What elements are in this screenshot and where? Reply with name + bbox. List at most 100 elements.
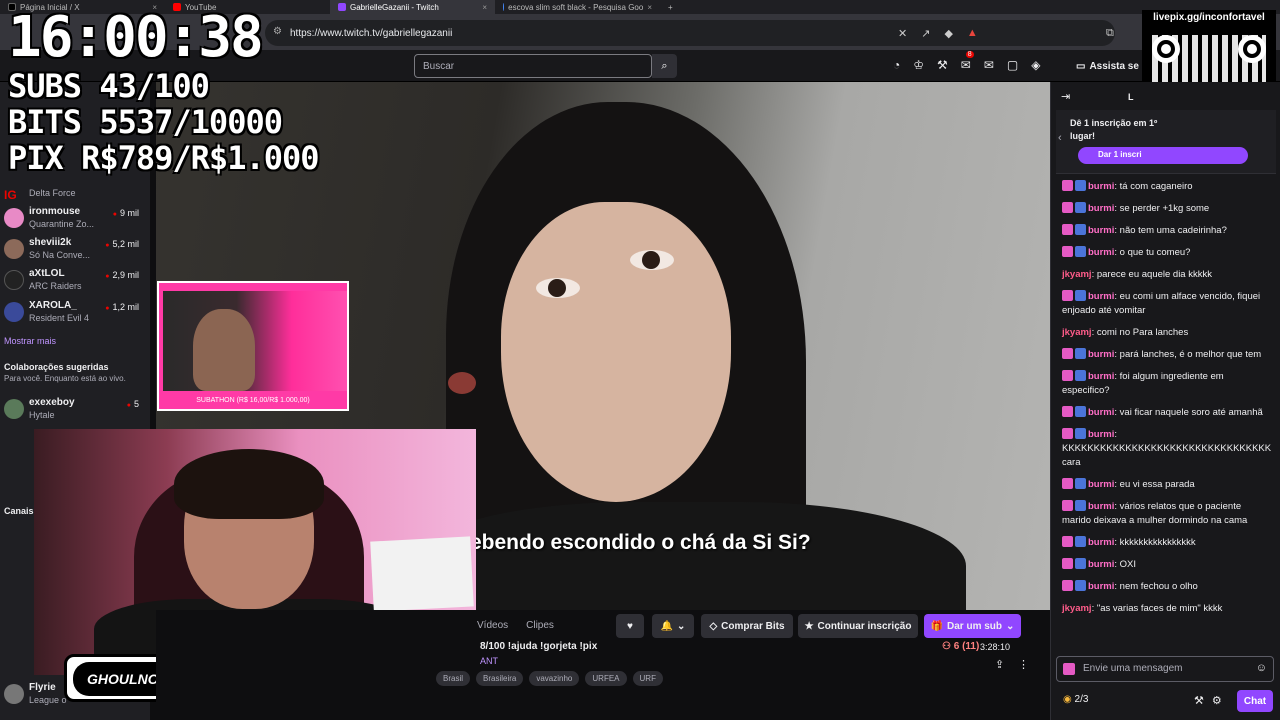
- browser-tab-twitch[interactable]: GabrielleGazanii - Twitch ×: [330, 0, 495, 14]
- chat-username[interactable]: jkyamj: [1062, 269, 1092, 280]
- sub-badge-icon[interactable]: [1062, 370, 1073, 381]
- share-icon[interactable]: ⇪: [995, 658, 1004, 671]
- collapse-chat-icon[interactable]: ⇥: [1061, 90, 1070, 103]
- mod-badge-icon[interactable]: [1075, 580, 1086, 591]
- chat-username[interactable]: burmi: [1088, 501, 1114, 512]
- notifications-button[interactable]: 🔔 ⌄: [652, 614, 694, 638]
- mod-badge-icon[interactable]: [1075, 246, 1086, 257]
- sidebar-channel[interactable]: aXtLOL ARC Raiders 2,9 mil: [4, 268, 149, 298]
- mute-icon[interactable]: ✕: [898, 27, 907, 40]
- mod-badge-icon[interactable]: [1075, 202, 1086, 213]
- close-icon[interactable]: ×: [647, 3, 652, 12]
- share-icon[interactable]: ↗: [921, 27, 930, 40]
- whispers-icon[interactable]: ▢: [1007, 58, 1018, 72]
- chat-username[interactable]: burmi: [1088, 429, 1114, 440]
- gift-icon[interactable]: ✉ 8: [961, 51, 974, 72]
- mod-badge-icon[interactable]: [1075, 406, 1086, 417]
- new-tab-button[interactable]: +: [660, 0, 690, 14]
- sub-badge-icon[interactable]: [1062, 478, 1073, 489]
- sub-badge-icon[interactable]: [1062, 500, 1073, 511]
- sub-badge-icon[interactable]: [1062, 224, 1073, 235]
- stream-category[interactable]: ANT: [480, 656, 498, 666]
- tag[interactable]: URFEA: [585, 671, 627, 686]
- chat-username[interactable]: jkyamj: [1062, 327, 1092, 338]
- mod-badge-icon[interactable]: [1075, 370, 1086, 381]
- sidebar-channel[interactable]: XAROLA_ Resident Evil 4 1,2 mil: [4, 300, 149, 330]
- tab-videos[interactable]: Vídeos: [477, 620, 508, 631]
- watch-button[interactable]: ▭ Assista se: [1076, 56, 1148, 76]
- sub-badge-icon[interactable]: [1062, 180, 1073, 191]
- sub-badge-icon[interactable]: [1062, 246, 1073, 257]
- chat-username[interactable]: burmi: [1088, 479, 1114, 490]
- tag[interactable]: URF: [632, 671, 663, 686]
- rewards-icon[interactable]: ▲: [967, 27, 978, 40]
- chat-text: : não tem uma cadeirinha?: [1114, 225, 1227, 236]
- badge-icon[interactable]: [1063, 663, 1075, 675]
- mod-badge-icon[interactable]: [1075, 428, 1086, 439]
- sidebar-channel[interactable]: sheviii2k Só Na Conve... 5,2 mil: [4, 237, 149, 267]
- sub-badge-icon[interactable]: [1062, 580, 1073, 591]
- mod-badge-icon[interactable]: [1075, 224, 1086, 235]
- chat-username[interactable]: burmi: [1088, 581, 1114, 592]
- close-icon[interactable]: ×: [482, 3, 487, 12]
- sub-badge-icon[interactable]: [1062, 428, 1073, 439]
- more-options-icon[interactable]: ⋮: [1018, 658, 1029, 671]
- brave-shield-icon[interactable]: ◆: [944, 27, 952, 40]
- url-bar[interactable]: ⚙ https://www.twitch.tv/gabriellegazanii: [265, 20, 1115, 46]
- delta-force-avatar[interactable]: IG: [4, 188, 24, 208]
- settings-icon[interactable]: ⚙: [1212, 694, 1222, 707]
- mod-badge-icon[interactable]: [1075, 536, 1086, 547]
- chat-username[interactable]: burmi: [1088, 247, 1114, 258]
- chat-username[interactable]: burmi: [1088, 559, 1114, 570]
- chat-username[interactable]: burmi: [1088, 181, 1114, 192]
- mod-badge-icon[interactable]: [1075, 558, 1086, 569]
- channel-points[interactable]: ◉ 2/3: [1063, 694, 1088, 705]
- chat-username[interactable]: burmi: [1088, 407, 1114, 418]
- show-more-link[interactable]: Mostrar mais: [4, 336, 56, 346]
- bits-icon[interactable]: ⚒: [937, 58, 948, 72]
- browser-tab-google[interactable]: escova slim soft black - Pesquisa Goo ×: [495, 0, 660, 14]
- chat-username[interactable]: burmi: [1088, 537, 1114, 548]
- sidebar-channel[interactable]: exexeboy Hytale 5: [4, 397, 149, 427]
- sub-badge-icon[interactable]: [1062, 348, 1073, 359]
- sub-badge-icon[interactable]: [1062, 290, 1073, 301]
- mod-badge-icon[interactable]: [1075, 348, 1086, 359]
- chat-username[interactable]: burmi: [1088, 203, 1114, 214]
- mod-badge-icon[interactable]: [1075, 500, 1086, 511]
- mod-badge-icon[interactable]: [1075, 180, 1086, 191]
- emote-icon[interactable]: ☺: [1256, 662, 1267, 674]
- sub-badge-icon[interactable]: [1062, 536, 1073, 547]
- drops-icon[interactable]: ◔: [893, 58, 900, 72]
- gift-one-sub-button[interactable]: Dar 1 inscri: [1078, 147, 1248, 164]
- prime-icon[interactable]: ◈: [1031, 58, 1040, 72]
- inbox-icon[interactable]: ✉: [984, 58, 994, 72]
- chat-username[interactable]: burmi: [1088, 225, 1114, 236]
- sub-badge-icon[interactable]: [1062, 202, 1073, 213]
- sidebar-channel[interactable]: ironmouse Quarantine Zo... 9 mil: [4, 206, 149, 236]
- chat-username[interactable]: burmi: [1088, 349, 1114, 360]
- tag[interactable]: Brasil: [436, 671, 471, 686]
- chat-username[interactable]: burmi: [1088, 371, 1114, 382]
- search-input[interactable]: Buscar: [414, 54, 652, 78]
- search-button[interactable]: ⌕: [652, 54, 677, 78]
- bits-icon[interactable]: ⚒: [1194, 694, 1204, 707]
- chat-username[interactable]: jkyamj: [1062, 603, 1092, 614]
- crown-icon[interactable]: ♔: [913, 58, 924, 72]
- chat-username[interactable]: burmi: [1088, 291, 1114, 302]
- buy-bits-button[interactable]: ◇ Comprar Bits: [701, 614, 793, 638]
- mod-badge-icon[interactable]: [1075, 290, 1086, 301]
- tab-clips[interactable]: Clipes: [526, 620, 554, 631]
- gift-banner-text: Dê 1 inscrição em 1º lugar!: [1070, 118, 1158, 141]
- sub-badge-icon[interactable]: [1062, 406, 1073, 417]
- extensions-icon[interactable]: ⧉: [1106, 27, 1114, 40]
- chat-send-button[interactable]: Chat: [1237, 690, 1273, 712]
- continue-sub-button[interactable]: ★ Continuar inscrição: [798, 614, 918, 638]
- tag[interactable]: vavazinho: [529, 671, 580, 686]
- chat-input[interactable]: Envie uma mensagem ☺: [1056, 656, 1274, 682]
- follow-button[interactable]: ♥: [616, 614, 644, 638]
- sub-badge-icon[interactable]: [1062, 558, 1073, 569]
- mod-badge-icon[interactable]: [1075, 478, 1086, 489]
- tag[interactable]: Brasileira: [476, 671, 524, 686]
- chevron-left-icon[interactable]: ‹: [1058, 132, 1062, 144]
- gift-sub-button[interactable]: 🎁 Dar um sub ⌄: [924, 614, 1021, 638]
